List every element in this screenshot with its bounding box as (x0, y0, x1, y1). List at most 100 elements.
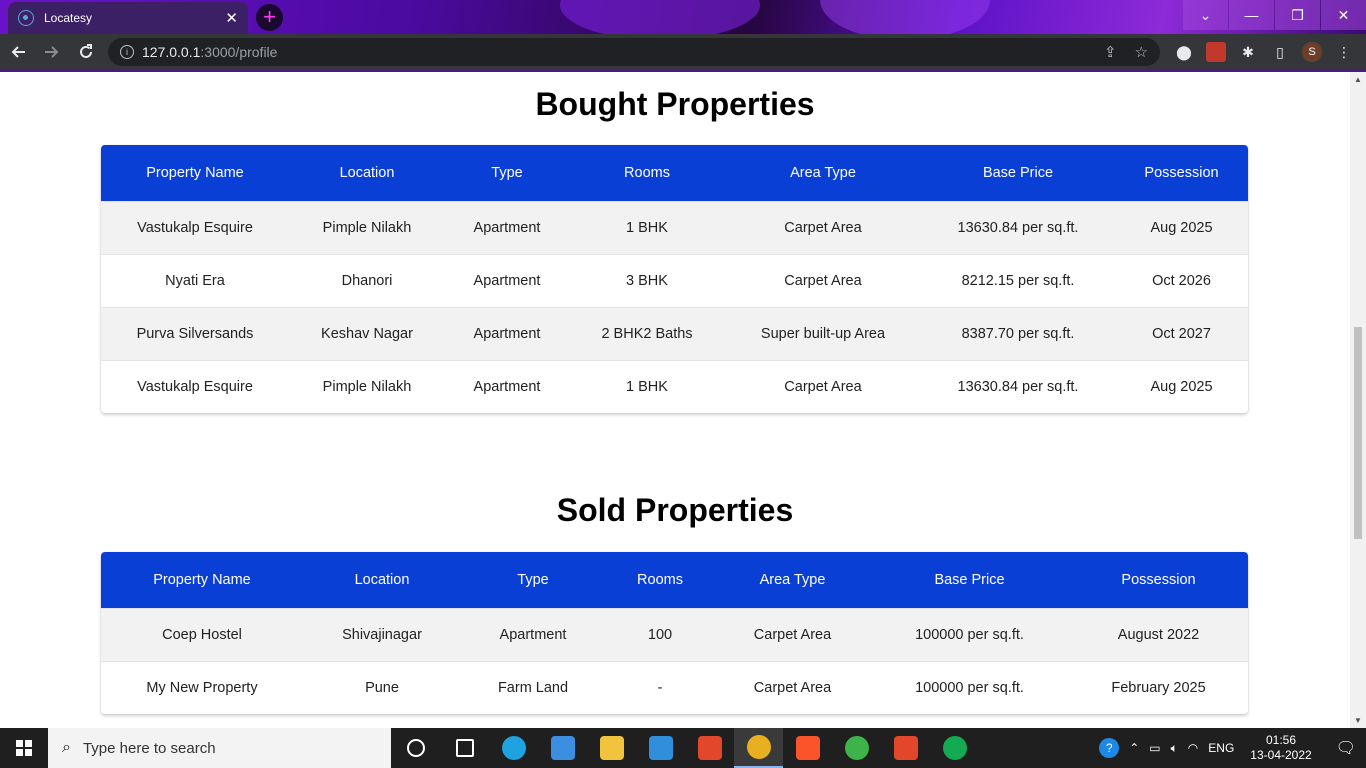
volume-icon[interactable]: 🔈︎ (1171, 741, 1178, 756)
browser-tab[interactable]: Locatesy ✕ (8, 2, 248, 34)
clock-time: 01:56 (1265, 733, 1296, 747)
address-bar[interactable]: i 127.0.0.1:3000/profile ⇪ ☆ (108, 38, 1160, 66)
column-header: Rooms (569, 145, 725, 201)
table-cell: Apartment (445, 306, 569, 360)
table-cell: Apartment (445, 359, 569, 413)
file-explorer-taskbar-button[interactable] (587, 728, 636, 768)
avatar[interactable]: S (1302, 42, 1322, 62)
bought-properties-title: Bought Properties (535, 86, 815, 122)
table-row: My New Property Pune Farm Land - Carpet … (101, 660, 1248, 714)
column-header: Location (289, 145, 445, 201)
sold-properties-title: Sold Properties (556, 492, 794, 528)
scroll-down-icon[interactable]: ▼ (1350, 716, 1366, 725)
close-window-button[interactable]: ✕ (1321, 0, 1366, 30)
clock-date: 13-04-2022 (1250, 748, 1312, 762)
table-cell: Oct 2027 (1115, 306, 1248, 360)
table-cell: Pimple Nilakh (289, 359, 445, 413)
back-arrow-icon[interactable] (2, 36, 34, 68)
table-cell: Apartment (445, 253, 569, 307)
battery-icon[interactable]: ▭ (1149, 741, 1160, 755)
column-header: Base Price (921, 145, 1115, 201)
mail-icon (550, 736, 575, 760)
language-indicator[interactable]: ENG (1208, 741, 1234, 755)
brave-taskbar-button[interactable] (783, 728, 832, 768)
edge-taskbar-button[interactable] (489, 728, 538, 768)
minimize-button[interactable]: — (1229, 0, 1274, 30)
table-cell: Farm Land (461, 660, 605, 714)
table-cell: Pimple Nilakh (289, 200, 445, 254)
column-header: Type (445, 145, 569, 201)
react-favicon-icon (18, 10, 34, 26)
url-host: 127.0.0.1 (142, 44, 201, 60)
scroll-up-icon[interactable]: ▲ (1350, 75, 1366, 84)
help-icon[interactable]: ? (1099, 738, 1120, 758)
sold-properties-table: Property Name Location Type Rooms Area T… (101, 552, 1248, 714)
table-cell: Carpet Area (725, 359, 921, 413)
table-cell: Pune (303, 660, 461, 714)
table-cell: Oct 2026 (1115, 253, 1248, 307)
bookmark-star-icon[interactable]: ☆ (1135, 43, 1148, 61)
multitask-icon (455, 739, 474, 757)
bought-properties-table: Property Name Location Type Rooms Area T… (101, 145, 1248, 413)
column-header: Base Price (870, 552, 1069, 608)
table-header-row: Property Name Location Type Rooms Area T… (101, 145, 1248, 201)
table-cell: Purva Silversands (101, 306, 289, 360)
wifi-icon[interactable]: ◠ (1188, 741, 1198, 755)
extension-icon[interactable]: ⬤ (1174, 42, 1194, 62)
tab-close-icon[interactable]: ✕ (225, 9, 238, 27)
reload-icon[interactable] (70, 36, 102, 68)
forward-arrow-icon[interactable] (36, 36, 68, 68)
table-cell: Super built-up Area (725, 306, 921, 360)
mail-taskbar-button[interactable] (538, 728, 587, 768)
side-panel-icon[interactable]: ▯ (1270, 42, 1290, 62)
table-cell: August 2022 (1069, 607, 1248, 661)
url-path: :3000/profile (200, 44, 278, 60)
taskbar-apps (391, 728, 979, 768)
page-scrollbar[interactable]: ▲ ▼ (1350, 72, 1366, 728)
file-explorer-icon (599, 736, 624, 760)
task-view-taskbar-button[interactable] (391, 728, 440, 768)
start-button[interactable] (0, 728, 48, 768)
restore-button[interactable]: ❐ (1275, 0, 1320, 30)
chevron-up-icon[interactable]: ⌃ (1129, 741, 1139, 755)
table-cell: My New Property (101, 660, 303, 714)
new-tab-button[interactable]: + (256, 4, 283, 31)
menu-kebab-icon[interactable]: ⋮ (1334, 42, 1354, 62)
scrollbar-thumb[interactable] (1354, 327, 1362, 539)
system-tray: ? ⌃ ▭ 🔈︎ ◠ ENG 01:56 13-04-2022 🗨︎ (1099, 733, 1366, 763)
multitask-taskbar-button[interactable] (440, 728, 489, 768)
task-view-icon (406, 739, 425, 757)
page-viewport: Bought Properties Property Name Location… (0, 72, 1350, 728)
column-header: Property Name (101, 145, 289, 201)
office-icon (697, 736, 722, 760)
mongodb-compass-taskbar-button[interactable] (930, 728, 979, 768)
site-info-icon[interactable]: i (120, 45, 134, 59)
extensions-puzzle-icon[interactable]: ✱ (1238, 42, 1258, 62)
column-header: Type (461, 552, 605, 608)
table-cell: Dhanori (289, 253, 445, 307)
table-cell: Carpet Area (715, 660, 870, 714)
taskbar-clock[interactable]: 01:56 13-04-2022 (1250, 733, 1311, 763)
table-cell: 13630.84 per sq.ft. (921, 359, 1115, 413)
office-alt-icon (893, 736, 918, 760)
taskbar-search-box[interactable]: ⌕ Type here to search (48, 728, 391, 768)
spinner-app-taskbar-button[interactable] (832, 728, 881, 768)
edge-icon (501, 736, 526, 760)
spinner-app-icon (844, 736, 869, 760)
table-cell: Shivajinagar (303, 607, 461, 661)
column-header: Location (303, 552, 461, 608)
office-alt-taskbar-button[interactable] (881, 728, 930, 768)
tab-search-button[interactable]: ⌄ (1183, 0, 1228, 30)
office-taskbar-button[interactable] (685, 728, 734, 768)
column-header: Possession (1069, 552, 1248, 608)
table-cell: Aug 2025 (1115, 359, 1248, 413)
table-cell: 8387.70 per sq.ft. (921, 306, 1115, 360)
table-row: Vastukalp Esquire Pimple Nilakh Apartmen… (101, 359, 1248, 413)
chrome-taskbar-button[interactable] (734, 728, 783, 768)
extension-red-icon[interactable] (1206, 42, 1226, 62)
table-row: Nyati Era Dhanori Apartment 3 BHK Carpet… (101, 253, 1248, 307)
share-icon[interactable]: ⇪ (1104, 43, 1117, 61)
notification-icon[interactable]: 🗨︎ (1336, 738, 1356, 758)
tab-title: Locatesy (44, 11, 93, 25)
vscode-taskbar-button[interactable] (636, 728, 685, 768)
